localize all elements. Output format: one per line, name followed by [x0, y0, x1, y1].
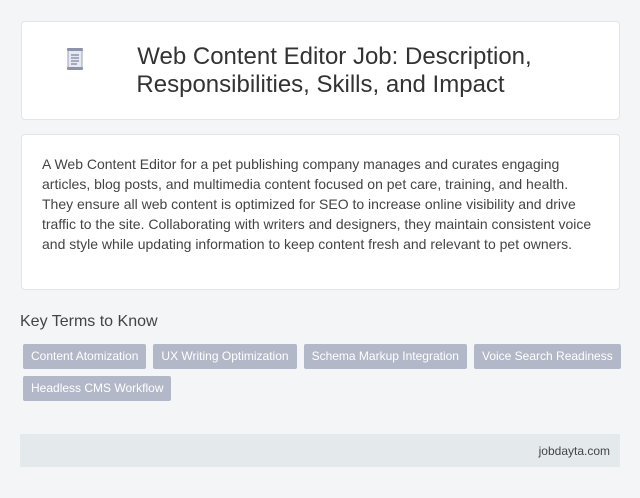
tag-headless-cms-workflow[interactable]: Headless CMS Workflow	[23, 376, 172, 401]
title-line-2: Responsibilities, Skills, and Impact	[136, 70, 505, 98]
tag-schema-markup-integration[interactable]: Schema Markup Integration	[303, 344, 467, 369]
tag-content-atomization[interactable]: Content Atomization	[23, 344, 147, 369]
tag-ux-writing-optimization[interactable]: UX Writing Optimization	[153, 344, 297, 369]
page-title: Web Content Editor Job: Description, Res…	[101, 43, 541, 99]
footer-site-link[interactable]: jobdayta.com	[539, 444, 610, 458]
key-terms-heading: Key Terms to Know	[20, 313, 158, 330]
document-icon	[66, 47, 83, 70]
title-wrap: Web Content Editor Job: Description, Res…	[66, 43, 541, 99]
title-line-1: Web Content Editor Job: Description,	[137, 42, 532, 70]
footer: jobdayta.com	[20, 434, 620, 467]
tag-voice-search-readiness[interactable]: Voice Search Readiness	[473, 344, 621, 369]
title-card: Web Content Editor Job: Description, Res…	[21, 21, 620, 120]
description-text: A Web Content Editor for a pet publishin…	[42, 156, 592, 252]
description-card: A Web Content Editor for a pet publishin…	[21, 134, 620, 290]
key-terms-tags: Content Atomization UX Writing Optimizat…	[23, 344, 623, 401]
